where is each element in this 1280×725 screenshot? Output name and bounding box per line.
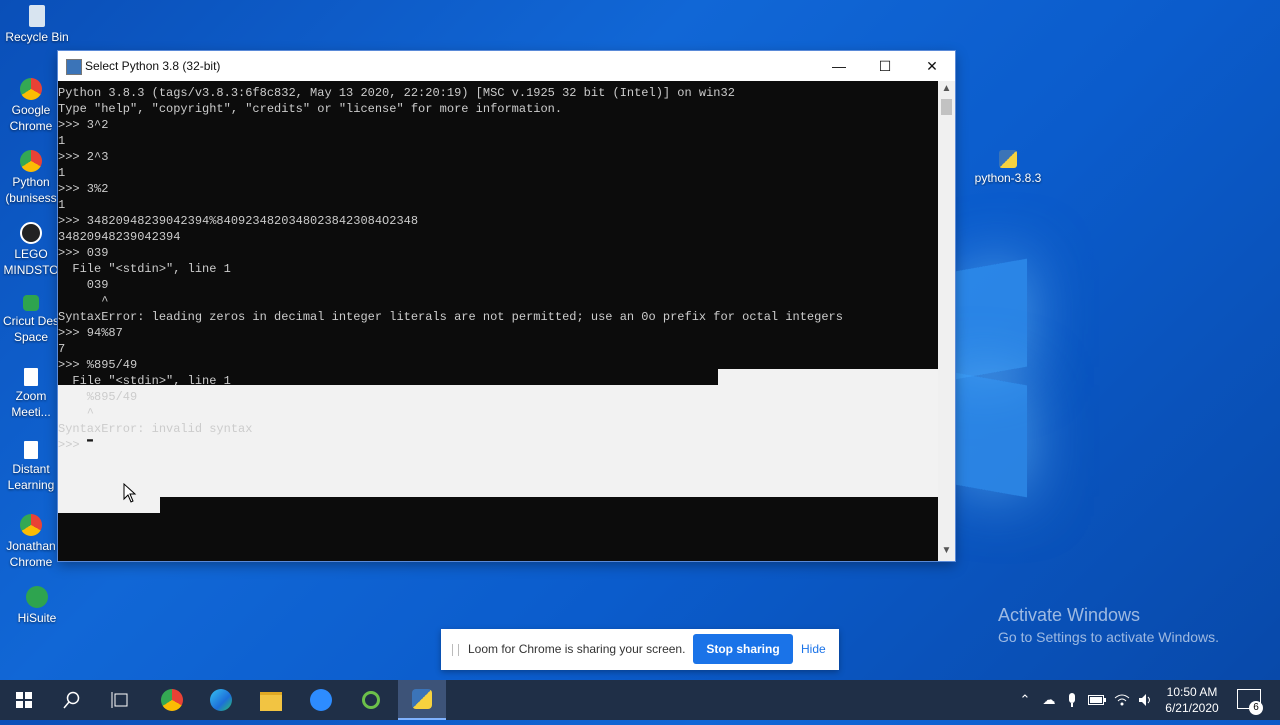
start-button[interactable] [0,680,48,720]
drag-handle-icon[interactable] [452,644,459,656]
hisuite-icon [26,586,48,608]
console-text: Python 3.8.3 (tags/v3.8.3:6f8c832, May 1… [58,86,843,388]
desktop-icon-label: Python (bunisess [5,175,57,205]
document-shortcut-icon [24,441,38,459]
chrome-profile-icon [20,150,42,172]
watermark-title: Activate Windows [998,605,1141,625]
edge-icon [210,689,232,711]
maximize-button[interactable]: ☐ [862,51,908,81]
taskbar-cricut[interactable] [347,680,395,720]
desktop-icon-label: LEGO MINDSTO [3,247,59,277]
desktop-icon-label: Google Chrome [9,103,53,133]
loom-sharing-bar: Loom for Chrome is sharing your screen. … [441,629,839,670]
recycle-bin-icon [29,5,45,27]
microphone-icon[interactable] [1063,680,1081,720]
hide-button[interactable]: Hide [801,642,826,656]
taskbar-file-explorer[interactable] [247,680,295,720]
desktop-icon-jonathan-chrome[interactable]: Jonathan Chrome [1,514,61,570]
minimize-button[interactable]: — [816,51,862,81]
console-highlight [58,497,160,513]
desktop-icon-recycle-bin[interactable]: Recycle Bin [1,5,73,45]
lego-mindstorms-icon [20,222,42,244]
taskbar-python[interactable] [398,680,446,720]
clock-date: 6/21/2020 [1165,701,1219,715]
scroll-thumb[interactable] [941,99,952,115]
loom-message: Loom for Chrome is sharing your screen. [468,642,686,656]
desktop-icon-distant-learning[interactable]: Distant Learning [1,441,61,493]
taskbar-edge[interactable] [197,680,245,720]
scroll-down-arrow-icon[interactable]: ▼ [938,545,955,559]
console-highlight [718,369,938,385]
cricut-icon [23,295,39,311]
console-scrollbar[interactable]: ▲ ▼ [938,81,955,561]
wifi-shape [1114,694,1130,706]
python-installer-icon [999,150,1017,168]
taskbar-chrome[interactable] [148,680,196,720]
mouse-pointer-icon [123,483,137,503]
zoom-icon [310,689,332,711]
console-cursor: ▬ [87,435,94,446]
desktop-icon-python-installer[interactable]: python-3.8.3 [970,150,1046,186]
battery-icon[interactable] [1086,680,1108,720]
python-icon [412,689,432,709]
show-hidden-icons-chevron-icon[interactable]: ⌃ [1016,680,1034,720]
desktop-icon-zoom[interactable]: Zoom Meeti... [1,368,61,420]
search-button[interactable] [48,680,96,720]
python-app-icon [66,59,82,75]
desktop-icon-lego-mindstorms[interactable]: LEGO MINDSTO [1,222,61,278]
desktop-icon-label: HiSuite [17,611,57,625]
windows-logo-wallpaper [955,255,1030,498]
battery-shape [1088,695,1106,705]
close-button[interactable]: ✕ [909,51,955,81]
taskbar: ⌃ ☁ 10:50 AM 6/21/2020 6 [0,680,1280,720]
notification-count-badge: 6 [1249,701,1263,715]
taskbar-zoom[interactable] [297,680,345,720]
wifi-icon[interactable] [1112,680,1132,720]
onedrive-cloud-icon[interactable]: ☁ [1039,680,1059,720]
console-output[interactable]: Python 3.8.3 (tags/v3.8.3:6f8c832, May 1… [58,81,938,561]
stop-sharing-button[interactable]: Stop sharing [693,634,793,664]
scroll-up-arrow-icon[interactable]: ▲ [938,83,955,97]
desktop-icon-label: python-3.8.3 [974,171,1042,185]
window-titlebar[interactable]: Select Python 3.8 (32-bit) — ☐ ✕ [58,51,955,81]
desktop-icon-label: Jonathan Chrome [6,539,56,569]
task-view-button[interactable] [96,680,144,720]
desktop-icon-hisuite[interactable]: HiSuite [1,586,73,626]
chrome-icon [20,78,42,100]
desktop-icon-google-chrome[interactable]: Google Chrome [1,78,61,134]
volume-icon[interactable] [1136,680,1156,720]
microphone-shape [1069,693,1075,707]
chrome-icon [161,689,183,711]
watermark-subtitle: Go to Settings to activate Windows. [998,629,1219,645]
activate-windows-watermark: Activate Windows Go to Settings to activ… [998,605,1219,645]
python-console-window[interactable]: Select Python 3.8 (32-bit) — ☐ ✕ Python … [58,51,955,561]
desktop-icon-label: Cricut Des Space [2,314,59,344]
desktop-icon-label: Recycle Bin [5,30,69,44]
zoom-shortcut-icon [24,368,38,386]
clock-time: 10:50 AM [1166,685,1218,699]
desktop-icon-label: Distant Learning [7,462,55,492]
windows-start-icon [16,692,32,708]
task-view-icon [111,692,128,708]
cricut-icon [362,691,380,709]
desktop-icon-cricut[interactable]: Cricut Des Space [1,295,61,345]
chrome-profile-icon [20,514,42,536]
desktop-icon-label: Zoom Meeti... [11,389,51,419]
folder-icon [260,692,282,711]
desktop-icon-python-chrome[interactable]: Python (bunisess [1,150,61,206]
search-icon [63,691,80,709]
window-title: Select Python 3.8 (32-bit) [85,59,221,73]
taskbar-clock[interactable]: 10:50 AM 6/21/2020 [1158,684,1226,716]
speaker-shape [1139,694,1150,706]
